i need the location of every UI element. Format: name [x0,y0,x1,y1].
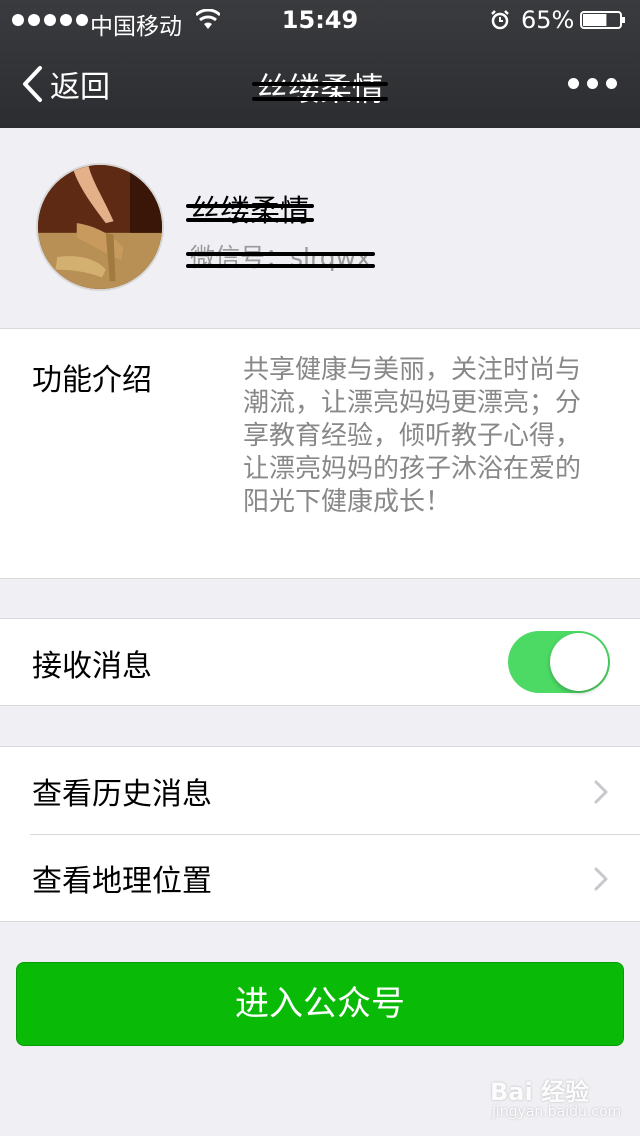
links-section: 查看历史消息 查看地理位置 [0,746,640,922]
account-name-text: 丝缕柔情 [186,186,314,230]
avatar [36,163,164,291]
enter-official-account-button[interactable]: 进入公众号 [16,962,624,1046]
more-button[interactable] [568,78,617,89]
receive-messages-row: 接收消息 [0,618,640,706]
avatar-image [38,165,162,289]
profile-header: 丝缕柔情 微信号：slrqwx [0,128,640,328]
location-label: 查看地理位置 [32,864,212,899]
intro-section: 功能介绍 共享健康与美丽，关注时尚与潮流，让漂亮妈妈更漂亮；分享教育经验，倾听教… [0,328,640,579]
toggle-knob [550,633,608,691]
page-title-text: 丝缕柔情 [251,64,389,110]
wechat-id: 微信号：slrqwx [186,238,375,274]
top-bar: 中国移动 15:49 65% 返回 丝缕柔情 [0,0,640,128]
receive-messages-label: 接收消息 [32,649,152,684]
battery-icon [580,11,625,29]
chevron-right-icon [594,867,608,891]
watermark-url: jingyan.baidu.com [492,1104,622,1120]
history-messages-row[interactable]: 查看历史消息 [0,747,640,834]
more-dots-icon [568,78,579,89]
intro-label: 功能介绍 [32,363,152,398]
location-row[interactable]: 查看地理位置 [0,834,640,921]
wechat-id-text: 微信号：slrqwx [186,238,375,274]
account-name: 丝缕柔情 [186,186,314,230]
history-messages-label: 查看历史消息 [32,777,212,812]
alarm-icon [491,10,509,30]
status-bar: 中国移动 15:49 65% [0,0,640,40]
battery-percentage: 65% [521,6,575,34]
chevron-right-icon [594,780,608,804]
watermark-logo: Bai 经验 [490,1078,590,1106]
intro-text: 共享健康与美丽，关注时尚与潮流，让漂亮妈妈更漂亮；分享教育经验，倾听教子心得，让… [243,355,582,517]
receive-messages-toggle[interactable] [508,631,610,693]
page-title: 丝缕柔情 [0,64,640,110]
